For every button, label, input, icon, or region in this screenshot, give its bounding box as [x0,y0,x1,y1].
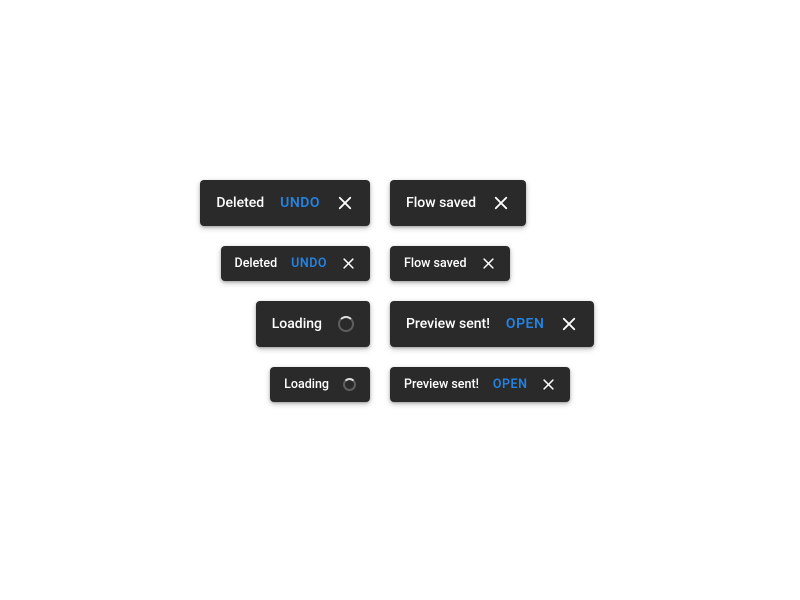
close-button[interactable] [492,194,510,212]
snackbar-flow-saved: Flow saved [390,246,510,281]
close-icon [336,194,354,212]
snackbar-loading: Loading [256,301,370,347]
close-icon [560,315,578,333]
close-button[interactable] [341,256,356,271]
undo-button[interactable]: UNDO [291,256,327,271]
snackbar-message: Flow saved [404,256,467,271]
close-icon [481,256,496,271]
snackbar-deleted: Deleted UNDO [200,180,370,226]
close-icon [341,256,356,271]
snackbar-message: Loading [284,377,329,392]
undo-button[interactable]: UNDO [280,195,320,211]
snackbar-preview-sent: Preview sent! OPEN [390,301,594,347]
snackbar-message: Deleted [235,256,278,271]
snackbar-message: Flow saved [406,195,476,211]
snackbar-flow-saved: Flow saved [390,180,526,226]
snackbar-preview-sent: Preview sent! OPEN [390,367,570,402]
close-button[interactable] [481,256,496,271]
open-button[interactable]: OPEN [493,377,528,392]
close-icon [492,194,510,212]
spinner-icon [343,378,356,391]
close-button[interactable] [336,194,354,212]
open-button[interactable]: OPEN [506,316,544,332]
snackbar-message: Preview sent! [404,377,479,392]
close-button[interactable] [541,377,556,392]
snackbar-loading: Loading [270,367,370,402]
snackbar-deleted: Deleted UNDO [221,246,370,281]
close-icon [541,377,556,392]
close-button[interactable] [560,315,578,333]
snackbar-message: Deleted [216,195,264,211]
spinner-icon [338,316,354,332]
snackbar-message: Loading [272,316,322,332]
snackbar-message: Preview sent! [406,316,490,332]
